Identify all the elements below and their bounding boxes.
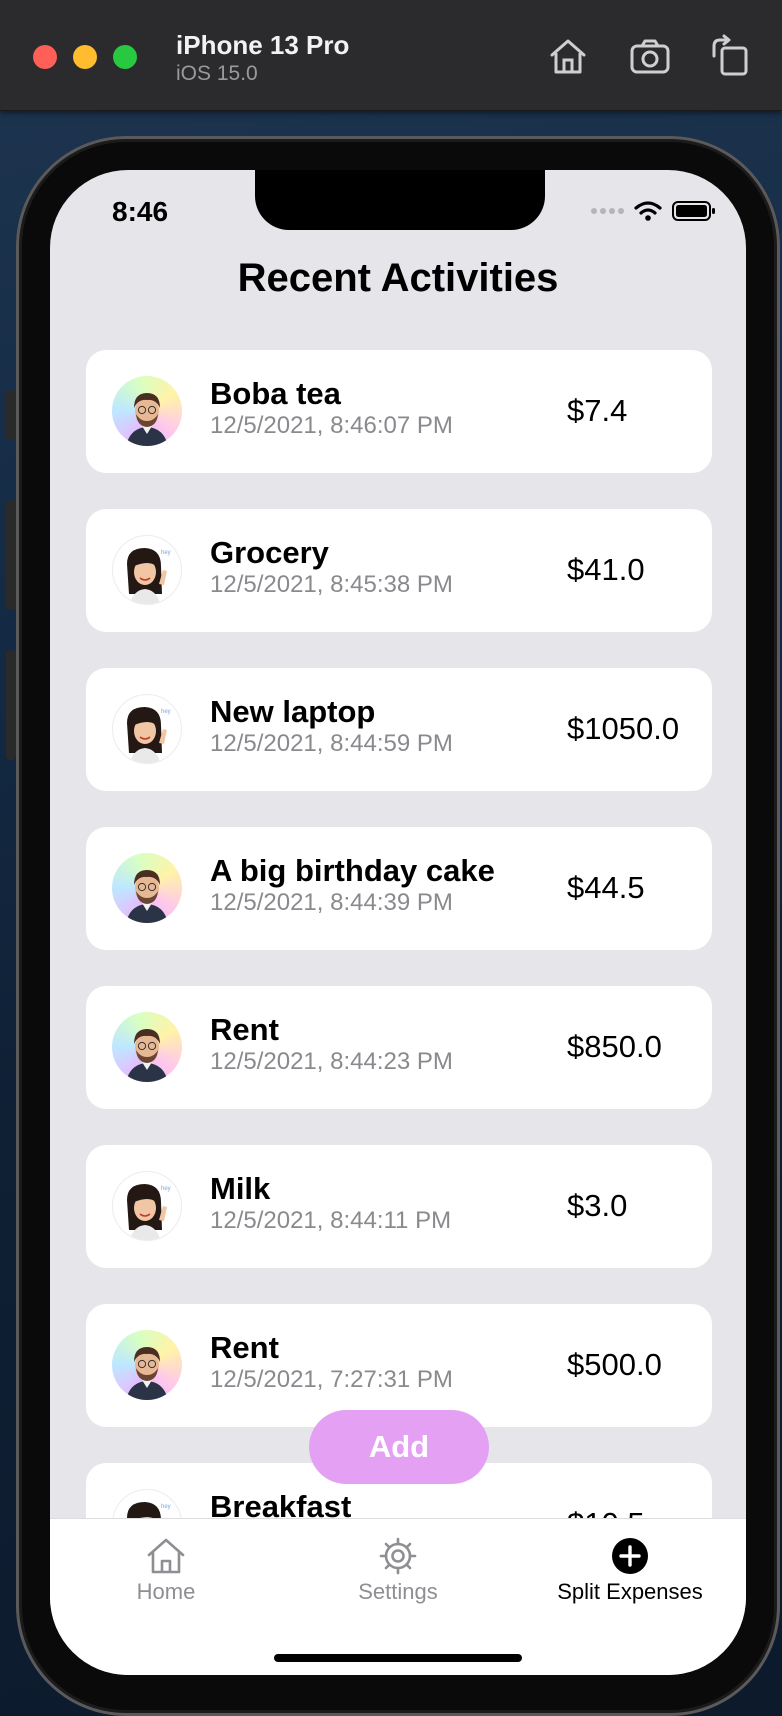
activity-date: 12/5/2021, 8:45:38 PM [210,571,453,598]
activity-name: Rent [210,1012,279,1047]
activity-name: A big birthday cake [210,853,495,888]
gear-icon [379,1537,417,1575]
activity-card[interactable]: Boba tea 12/5/2021, 8:46:07 PM $7.4 [86,350,712,473]
tab-settings-label: Settings [358,1579,438,1604]
signal-dots-icon [591,208,624,214]
page-title: Recent Activities [237,256,559,300]
svg-text:hey: hey [161,550,171,556]
tab-settings[interactable]: Settings [282,1535,514,1605]
female-avatar: hey [112,535,182,605]
volume-down-button [6,650,16,760]
add-button[interactable]: Add [309,1410,489,1484]
svg-text:hey: hey [161,709,171,715]
male-avatar [112,853,182,923]
activity-card[interactable]: Rent 12/5/2021, 7:27:31 PM $500.0 [86,1304,712,1427]
svg-text:hey: hey [161,1186,171,1192]
activity-amount: $1050.0 [567,711,680,746]
app-screen: 8:46 Recent Activities Boba tea 12/5/2021… [50,170,746,1675]
activity-name: Rent [210,1330,279,1365]
activity-card[interactable]: hey Grocery 12/5/2021, 8:45:38 PM $41.0 [86,509,712,632]
status-indicators [590,200,716,222]
activity-date: 12/5/2021, 7:27:31 PM [210,1366,453,1393]
activity-name: Grocery [210,535,329,570]
home-icon[interactable] [546,34,590,78]
notch [255,170,545,230]
zoom-window-button[interactable] [113,45,137,69]
plus-circle-icon [612,1538,648,1574]
close-window-button[interactable] [33,45,57,69]
home-icon [147,1538,185,1574]
activity-amount: $44.5 [567,870,645,905]
simulator-device-name: iPhone 13 Pro [176,30,350,60]
activity-amount: $41.0 [567,552,645,587]
activity-amount: $7.4 [567,393,628,428]
activity-card[interactable]: A big birthday cake 12/5/2021, 8:44:39 PM… [86,827,712,950]
tab-split-expenses[interactable]: Split Expenses [514,1535,746,1605]
tab-home-label: Home [136,1579,196,1604]
simulator-title-bar: iPhone 13 Pro iOS 15.0 [0,0,782,111]
activity-name: Milk [210,1171,271,1206]
tab-home[interactable]: Home [50,1535,282,1605]
activity-amount: $850.0 [567,1029,662,1064]
minimize-window-button[interactable] [73,45,97,69]
activity-date: 12/5/2021, 8:44:59 PM [210,730,453,757]
female-avatar: hey [112,694,182,764]
activity-date: 12/5/2021, 8:46:07 PM [210,412,453,439]
activity-card[interactable]: hey Milk 12/5/2021, 8:44:11 PM $3.0 [86,1145,712,1268]
activity-amount: $500.0 [567,1347,662,1382]
status-time: 8:46 [112,196,169,227]
male-avatar [112,1012,182,1082]
activity-date: 12/5/2021, 8:44:11 PM [210,1207,452,1234]
volume-up-button [6,500,16,610]
mute-switch [6,390,16,440]
activity-name: New laptop [210,694,376,729]
male-avatar [112,1330,182,1400]
wifi-icon [634,201,662,221]
activity-card[interactable]: hey New laptop 12/5/2021, 8:44:59 PM $1050.… [86,668,712,791]
battery-icon [672,201,715,221]
activity-amount: $3.0 [567,1188,628,1223]
rotate-icon[interactable] [708,34,752,78]
svg-text:hey: hey [161,1504,171,1510]
tab-bar: Home Settings Split Expenses [50,1518,746,1675]
tab-split-expenses-label: Split Expenses [557,1579,703,1604]
screenshot-icon[interactable] [628,34,672,78]
activity-name: Boba tea [210,376,341,411]
activity-card[interactable]: Rent 12/5/2021, 8:44:23 PM $850.0 [86,986,712,1109]
male-avatar [112,376,182,446]
activity-date: 12/5/2021, 8:44:39 PM [210,889,453,916]
simulator-os-version: iOS 15.0 [176,62,258,85]
activity-date: 12/5/2021, 8:44:23 PM [210,1048,453,1075]
female-avatar: hey [112,1171,182,1241]
home-indicator [274,1654,522,1662]
